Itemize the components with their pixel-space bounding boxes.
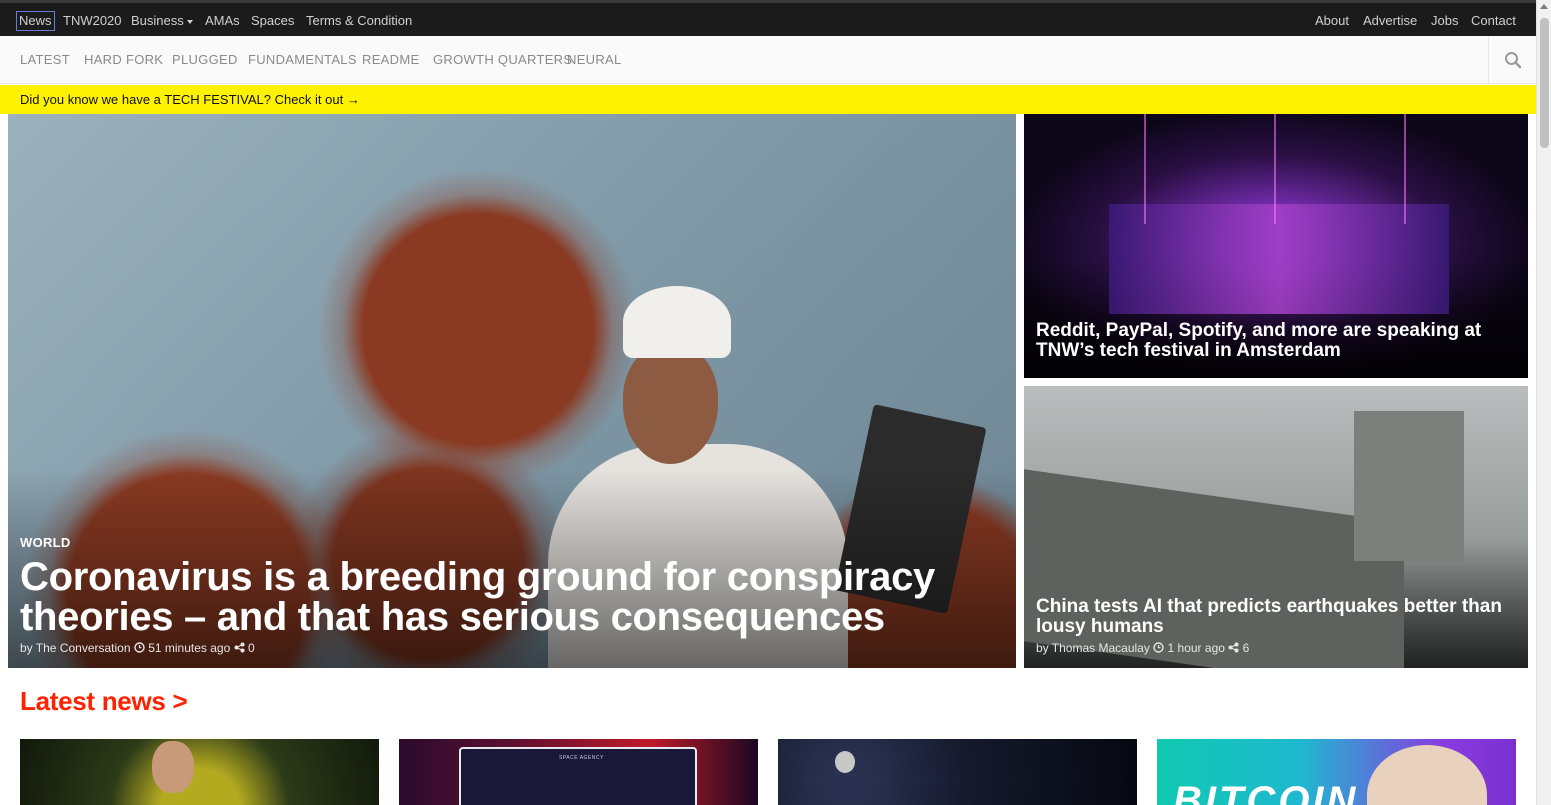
hero-story[interactable]: WORLD Coronavirus is a breeding ground f… bbox=[8, 114, 1016, 668]
caret-down-icon bbox=[186, 19, 193, 24]
hero-author[interactable]: by The Conversation bbox=[20, 641, 131, 655]
search-button[interactable] bbox=[1488, 36, 1536, 84]
side-story-2-title[interactable]: China tests AI that predicts earthquakes… bbox=[1036, 597, 1526, 637]
section-hard-fork[interactable]: HARD FORK bbox=[84, 52, 163, 67]
nav-about[interactable]: About bbox=[1315, 13, 1349, 29]
share-icon bbox=[234, 642, 245, 653]
section-latest[interactable]: LATEST bbox=[20, 52, 70, 67]
side-story-1-title[interactable]: Reddit, PayPal, Spotify, and more are sp… bbox=[1036, 321, 1526, 361]
stage-light bbox=[1274, 114, 1276, 224]
section-nav: LATEST HARD FORK PLUGGED FUNDAMENTALS RE… bbox=[0, 36, 1536, 84]
nav-terms[interactable]: Terms & Condition bbox=[306, 13, 412, 29]
side-story-1[interactable]: Reddit, PayPal, Spotify, and more are sp… bbox=[1024, 114, 1528, 378]
nav-tnw2020[interactable]: TNW2020 bbox=[63, 13, 122, 29]
stage-light bbox=[1144, 114, 1146, 224]
nav-spaces[interactable]: Spaces bbox=[251, 13, 294, 29]
hero-image-face bbox=[623, 344, 718, 464]
latest-news-heading[interactable]: Latest news > bbox=[20, 686, 188, 717]
latest-thumb-4[interactable]: BITCOIN bbox=[1157, 739, 1516, 805]
thumb-4-person bbox=[1367, 745, 1487, 805]
festival-banner: Did you know we have a TECH FESTIVAL? Ch… bbox=[0, 85, 1536, 114]
nav-contact[interactable]: Contact bbox=[1471, 13, 1516, 29]
nav-news[interactable]: News bbox=[16, 11, 55, 31]
thumb-3-alien bbox=[835, 751, 855, 773]
section-growth-quarters[interactable]: GROWTH QUARTERS bbox=[433, 52, 572, 67]
nav-business-label: Business bbox=[131, 13, 184, 28]
search-icon bbox=[1504, 52, 1521, 69]
clock-icon bbox=[134, 642, 145, 653]
hero-image-cap bbox=[623, 286, 731, 358]
latest-thumb-2[interactable]: SPACE AGENCY bbox=[399, 739, 758, 805]
share-icon bbox=[1228, 642, 1239, 653]
thumb-1-face bbox=[152, 741, 194, 793]
side-story-2[interactable]: China tests AI that predicts earthquakes… bbox=[1024, 386, 1528, 668]
hero-category[interactable]: WORLD bbox=[20, 535, 71, 550]
side-story-2-image bbox=[1024, 469, 1404, 668]
side-story-2-time: 1 hour ago bbox=[1167, 641, 1225, 655]
top-nav: News TNW2020 Business AMAs Spaces Terms … bbox=[0, 0, 1536, 36]
section-plugged[interactable]: PLUGGED bbox=[172, 52, 238, 67]
hero-shares: 0 bbox=[247, 641, 255, 655]
nav-advertise[interactable]: Advertise bbox=[1363, 13, 1417, 29]
thumb-2-window-title: SPACE AGENCY bbox=[559, 755, 604, 761]
nav-amas[interactable]: AMAs bbox=[205, 13, 240, 29]
hero-time: 51 minutes ago bbox=[148, 641, 231, 655]
section-neural[interactable]: NEURAL bbox=[567, 52, 622, 67]
stage-light bbox=[1404, 114, 1406, 224]
side-story-2-meta: by Thomas Macaulay 1 hour ago 6 bbox=[1036, 641, 1249, 655]
section-fundamentals[interactable]: FUNDAMENTALS bbox=[248, 52, 357, 67]
side-story-2-shares: 6 bbox=[1242, 641, 1250, 655]
latest-thumb-3[interactable] bbox=[778, 739, 1137, 805]
nav-business[interactable]: Business bbox=[131, 13, 193, 29]
page-scrollbar[interactable] bbox=[1536, 0, 1551, 805]
latest-thumb-1[interactable] bbox=[20, 739, 379, 805]
hero-meta: by The Conversation 51 minutes ago 0 bbox=[20, 641, 255, 655]
clock-icon bbox=[1153, 642, 1164, 653]
nav-jobs[interactable]: Jobs bbox=[1431, 13, 1458, 29]
section-readme[interactable]: README bbox=[362, 52, 419, 67]
side-story-2-tower bbox=[1354, 411, 1464, 561]
side-story-2-author[interactable]: by Thomas Macaulay bbox=[1036, 641, 1150, 655]
scrollbar-thumb[interactable] bbox=[1540, 18, 1549, 148]
hero-title[interactable]: Coronavirus is a breeding ground for con… bbox=[20, 557, 1000, 637]
thumb-4-word: BITCOIN bbox=[1173, 779, 1359, 805]
festival-banner-link[interactable]: Did you know we have a TECH FESTIVAL? Ch… bbox=[20, 92, 360, 107]
side-story-1-image bbox=[1109, 204, 1449, 314]
scroll-up-arrow-icon[interactable] bbox=[1540, 4, 1548, 9]
